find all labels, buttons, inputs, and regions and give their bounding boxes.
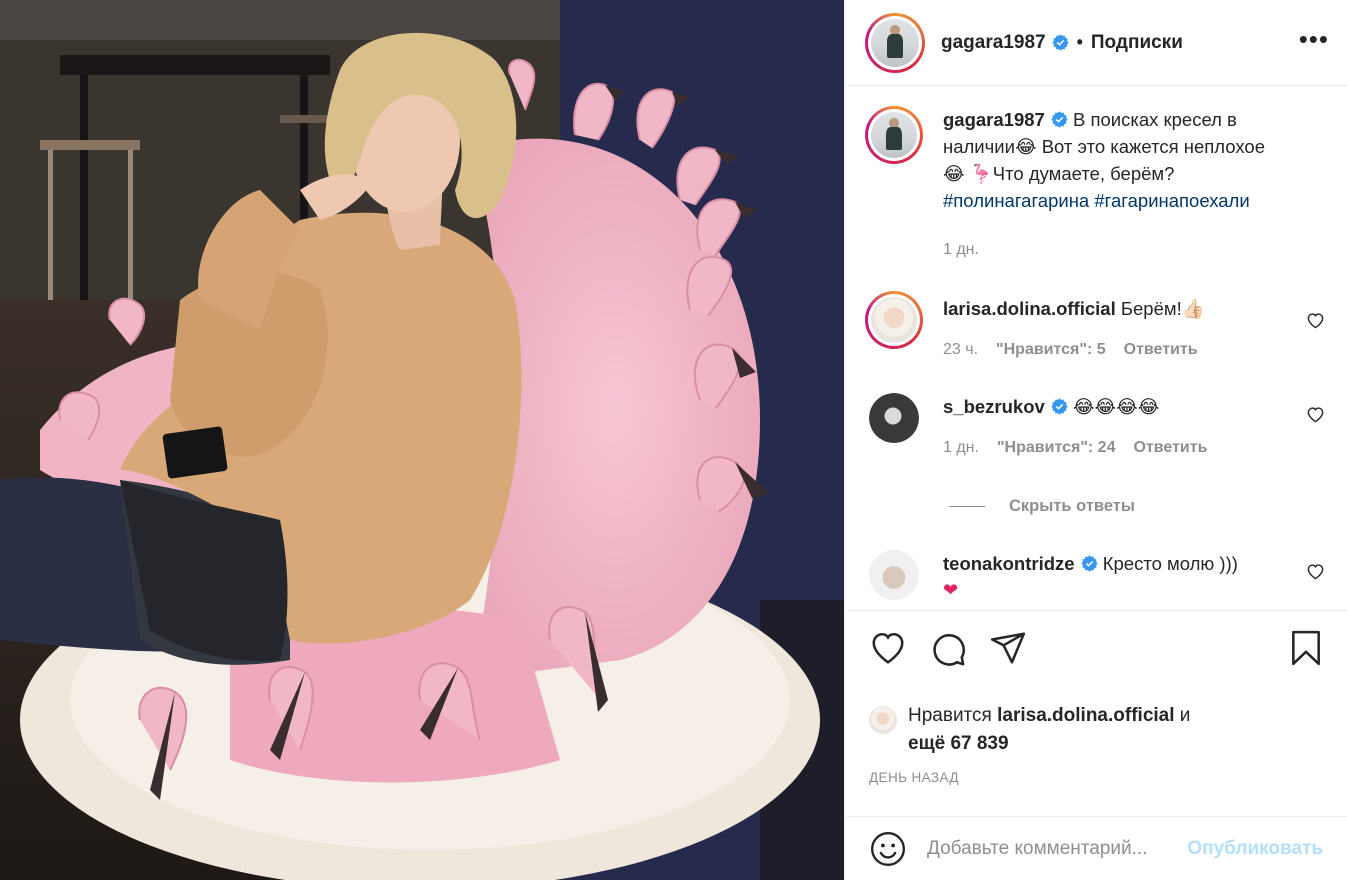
post-timestamp[interactable]: ДЕНЬ НАЗАД (845, 758, 1347, 816)
bookmark-icon[interactable] (1287, 629, 1325, 667)
publish-button[interactable]: Опубликовать (1187, 838, 1323, 860)
comment-username[interactable]: larisa.dolina.official (943, 298, 1116, 319)
more-options-button[interactable]: ••• (1299, 26, 1329, 60)
comment-heart-icon[interactable] (1306, 405, 1325, 423)
comment-meta: 1 дн. "Нравится": 24 Ответить (943, 434, 1287, 461)
likes-text: Нравится larisa.dolina.official и ещё 67… (908, 702, 1190, 758)
paper-plane-icon[interactable] (989, 629, 1027, 667)
post-photo[interactable] (0, 0, 844, 880)
caption-meta: 1 дн. (943, 236, 1287, 263)
liker-username[interactable]: larisa.dolina.official (997, 705, 1174, 726)
caption-hashtags[interactable]: #полинагагарина #гагаринапоехали (943, 190, 1250, 211)
caption-author-avatar[interactable] (865, 106, 923, 164)
likes-prefix: Нравится (908, 705, 998, 726)
comment-body: s_bezrukov 😂😂😂😂 1 дн. "Нравится": 24 Отв… (943, 393, 1327, 461)
comment-text: Кресто молю ))) (1097, 553, 1238, 574)
comment-text: 😂😂😂😂 (1067, 396, 1160, 417)
likes-count[interactable]: ещё 67 839 (908, 733, 1009, 754)
verified-badge-icon (1081, 555, 1098, 572)
likes-summary: Нравится larisa.dolina.official и ещё 67… (845, 705, 1347, 758)
heart-emoji: ❤ (943, 580, 959, 600)
caption-username[interactable]: gagara1987 (943, 109, 1045, 130)
post-header: gagara1987 • Подписки ••• (845, 0, 1347, 86)
smiley-icon[interactable] (869, 830, 907, 868)
hide-replies-label: Скрыть ответы (1009, 497, 1135, 515)
comments-section[interactable]: gagara1987 В поисках кресел в наличии😂 В… (845, 86, 1347, 610)
verified-badge-icon (1051, 111, 1068, 128)
comment-text: Берём!👍🏻 (1115, 298, 1205, 319)
post-sidebar: gagara1987 • Подписки ••• gagara1987 В п… (844, 0, 1347, 880)
header-separator: • (1076, 32, 1083, 52)
author-username-row: gagara1987 • Подписки (941, 32, 1183, 54)
comment-body: larisa.dolina.official Берём!👍🏻 23 ч. "Н… (943, 291, 1327, 363)
verified-badge-icon (1051, 398, 1068, 415)
post-action-bar (845, 610, 1347, 706)
author-username[interactable]: gagara1987 (941, 32, 1046, 54)
heart-icon[interactable] (869, 629, 907, 667)
likes-suffix: и (1174, 705, 1191, 726)
comment-input[interactable] (927, 837, 1188, 860)
follow-status-button[interactable]: Подписки (1091, 32, 1183, 54)
comment-item: larisa.dolina.official Берём!👍🏻 23 ч. "Н… (865, 291, 1327, 363)
post-photo-illustration (0, 0, 844, 880)
commenter-avatar[interactable] (869, 393, 919, 443)
comment-heart-icon[interactable] (1306, 311, 1325, 329)
commenter-avatar[interactable] (865, 291, 923, 349)
comment-heart-icon[interactable] (1306, 562, 1325, 580)
verified-badge-icon (1052, 34, 1069, 51)
comment-item: teonakontridze Кресто молю ))) ❤ (865, 550, 1327, 604)
comment-like-count[interactable]: "Нравится": 5 (996, 336, 1106, 363)
comment-time[interactable]: 1 дн. (943, 434, 979, 461)
comment-item: s_bezrukov 😂😂😂😂 1 дн. "Нравится": 24 Отв… (865, 393, 1327, 461)
hide-replies-line (949, 506, 985, 507)
comment-time[interactable]: 23 ч. (943, 336, 978, 363)
post-caption: gagara1987 В поисках кресел в наличии😂 В… (865, 106, 1327, 263)
instagram-post-view: gagara1987 • Подписки ••• gagara1987 В п… (0, 0, 1347, 880)
comment-like-count[interactable]: "Нравится": 24 (997, 434, 1116, 461)
comment-username[interactable]: teonakontridze (943, 553, 1075, 574)
comment-username[interactable]: s_bezrukov (943, 396, 1045, 417)
commenter-avatar[interactable] (869, 550, 919, 600)
hide-replies-button[interactable]: Скрыть ответы (949, 497, 1327, 516)
reply-button[interactable]: Ответить (1124, 336, 1198, 363)
comment-bubble-icon[interactable] (929, 629, 967, 667)
liker-avatar[interactable] (869, 706, 897, 734)
caption-time[interactable]: 1 дн. (943, 236, 979, 263)
caption-body: gagara1987 В поисках кресел в наличии😂 В… (943, 106, 1327, 263)
comment-body: teonakontridze Кресто молю ))) ❤ (943, 550, 1327, 604)
add-comment-bar: Опубликовать (845, 816, 1347, 880)
comment-meta: 23 ч. "Нравится": 5 Ответить (943, 336, 1287, 363)
reply-button[interactable]: Ответить (1133, 434, 1207, 461)
author-avatar[interactable] (865, 12, 925, 73)
